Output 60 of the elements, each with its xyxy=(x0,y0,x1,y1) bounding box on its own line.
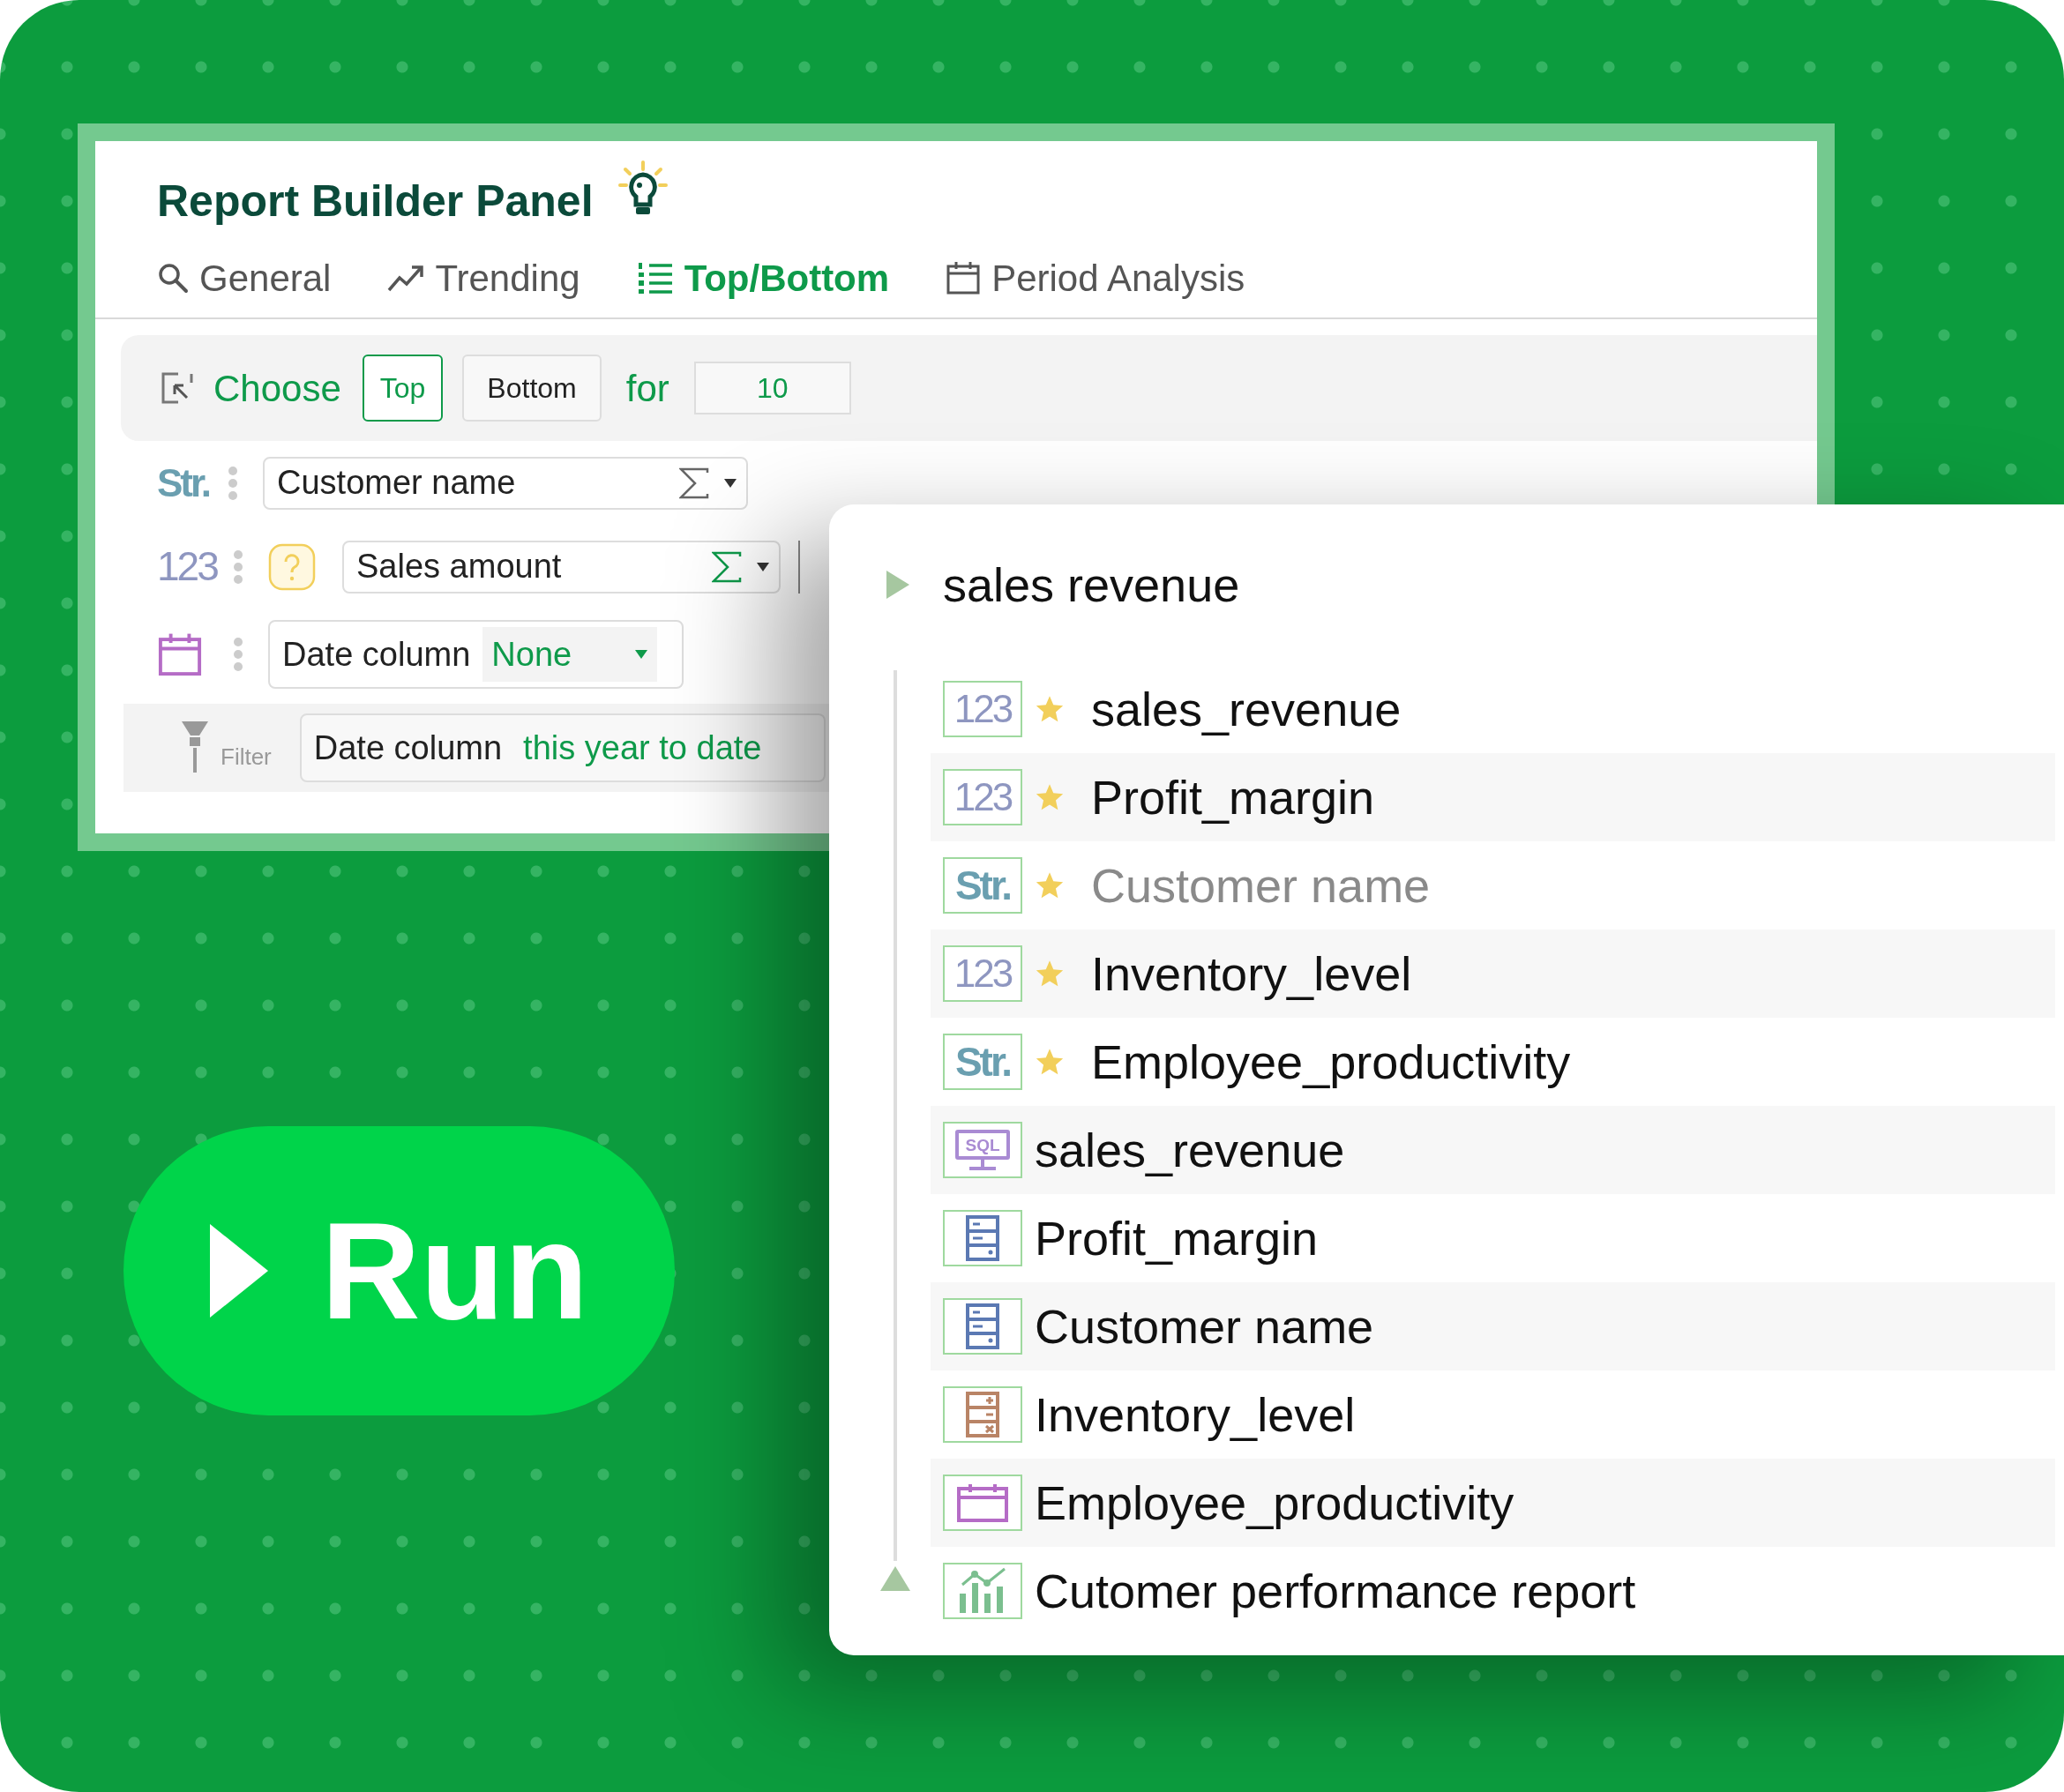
trend-line-icon xyxy=(387,263,425,293)
for-label: for xyxy=(625,366,669,411)
calendar-icon xyxy=(157,631,203,677)
field-item[interactable]: Profit_margin xyxy=(1091,761,1375,833)
field-item[interactable]: sales_revenue xyxy=(1091,673,1402,745)
funnel-icon xyxy=(182,721,208,774)
type-badge: Str. xyxy=(943,1034,1022,1090)
caret-icon xyxy=(723,477,737,489)
field-item[interactable]: Inventory_level xyxy=(1035,1378,1356,1451)
calculator-icon xyxy=(965,1391,1000,1438)
tab[interactable]: Period Analysis xyxy=(946,250,1245,306)
field-item[interactable]: Inventory_level xyxy=(1091,937,1412,1010)
search-icon xyxy=(157,262,189,294)
toggle-option[interactable]: Top xyxy=(362,355,444,422)
field-value: Customer name xyxy=(277,463,517,503)
field-value: Sales amount xyxy=(356,547,563,586)
expand-arrow-icon xyxy=(886,571,909,599)
field-item[interactable]: Customer name xyxy=(1035,1290,1374,1363)
filter-field[interactable]: Date column this year to date xyxy=(299,713,826,782)
type-badge: 123 xyxy=(943,681,1022,737)
drag-handle-icon xyxy=(233,549,243,585)
drag-handle-icon xyxy=(228,465,238,501)
type-badge: Str. xyxy=(943,857,1022,914)
cursor-select-icon xyxy=(161,371,194,405)
play-icon xyxy=(209,1224,268,1318)
help-icon xyxy=(268,542,316,591)
field-item[interactable]: Employee_productivity xyxy=(1035,1467,1514,1539)
calendar-icon xyxy=(956,1482,1009,1523)
type-badge: 123 xyxy=(943,945,1022,1002)
tab[interactable]: Top/Bottom xyxy=(636,250,890,306)
calendar-icon xyxy=(946,260,982,295)
toggle-option[interactable]: Bottom xyxy=(462,355,602,422)
filter-column: Date column xyxy=(313,722,503,773)
type-badge: 123 xyxy=(943,769,1022,825)
filter-label: Filter xyxy=(221,743,272,772)
monitor-stand-icon xyxy=(968,1160,997,1170)
drag-handle-icon xyxy=(233,637,243,672)
panel-title: Report Builder Panel xyxy=(157,175,594,228)
caret-icon xyxy=(634,649,649,660)
table-icon xyxy=(965,1303,1000,1350)
field-item[interactable]: Profit_margin xyxy=(1035,1202,1319,1274)
field-item[interactable]: sales_revenue xyxy=(1035,1114,1345,1186)
filter-value: this year to date xyxy=(523,728,762,768)
choose-label: Choose xyxy=(213,366,341,411)
field-select[interactable]: Date column None xyxy=(268,620,684,689)
type-label: Str. xyxy=(157,459,210,506)
caret-icon xyxy=(756,561,770,572)
field-item[interactable]: Employee_productivity xyxy=(1091,1026,1571,1098)
field-select[interactable]: Customer name xyxy=(263,456,748,510)
type-label: 123 xyxy=(157,542,219,591)
sql-screen: SQL xyxy=(955,1130,1010,1160)
field-item[interactable]: Cutomer performance report xyxy=(1035,1555,1636,1627)
tree-title: sales revenue xyxy=(943,556,1240,613)
field-label: Date column xyxy=(282,634,471,675)
collapse-arrow-icon xyxy=(880,1566,910,1591)
field-select[interactable]: Sales amount xyxy=(342,540,781,594)
numbered-list-icon xyxy=(636,261,674,295)
tab[interactable]: Trending xyxy=(387,250,580,306)
tab[interactable]: General xyxy=(157,250,332,306)
table-icon xyxy=(965,1214,1000,1262)
